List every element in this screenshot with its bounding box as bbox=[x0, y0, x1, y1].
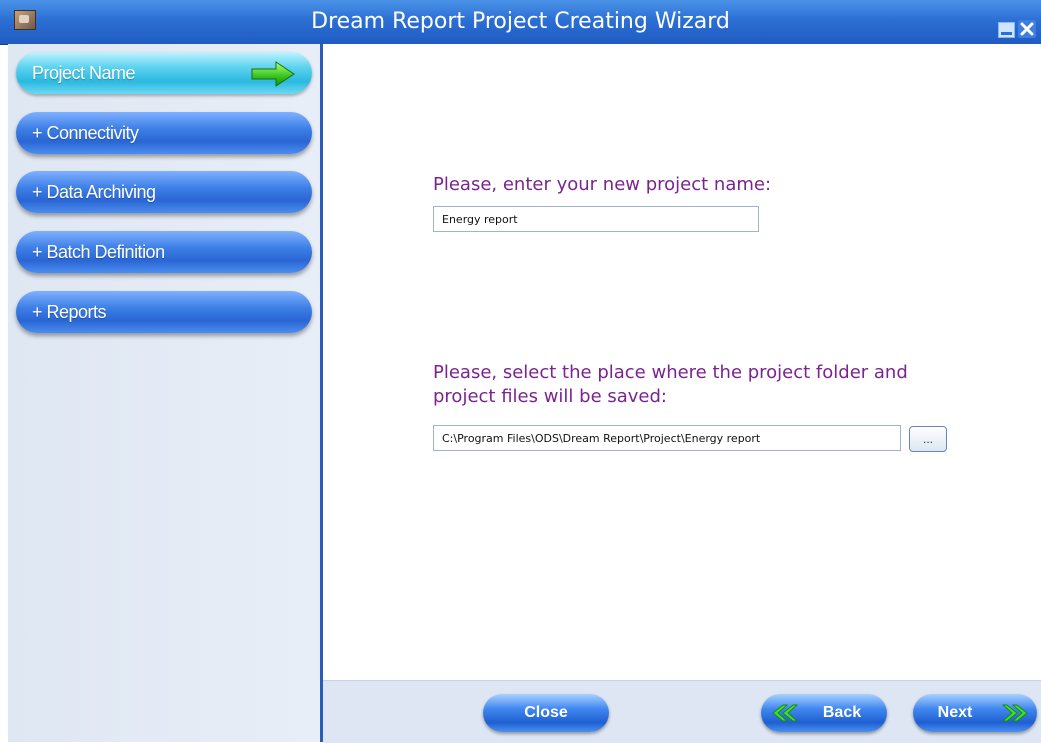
next-button[interactable]: Next bbox=[913, 694, 1037, 732]
sidebar-item-label: + Batch Definition bbox=[32, 241, 165, 262]
window-title: Dream Report Project Creating Wizard bbox=[311, 9, 730, 34]
next-button-label: Next bbox=[937, 704, 973, 721]
sidebar-item-reports[interactable]: + Reports bbox=[16, 291, 312, 333]
project-name-prompt: Please, enter your new project name: bbox=[433, 174, 772, 195]
close-button-label: Close bbox=[524, 704, 568, 721]
back-button-label: Back bbox=[822, 704, 862, 721]
arrow-right-icon bbox=[251, 61, 295, 87]
folder-prompt-line2: project files will be saved: bbox=[433, 386, 667, 407]
chevron-double-right-icon bbox=[1001, 704, 1028, 722]
sidebar-item-batch-definition[interactable]: + Batch Definition bbox=[16, 231, 312, 273]
chevron-double-left-icon bbox=[772, 704, 799, 722]
sidebar-item-label: Project Name bbox=[32, 62, 136, 83]
back-button[interactable]: Back bbox=[761, 694, 887, 732]
wizard-steps-sidebar: Project Name + Connectivity + Data Archi… bbox=[8, 44, 323, 742]
sidebar-item-data-archiving[interactable]: + Data Archiving bbox=[16, 171, 312, 213]
title-bar: Dream Report Project Creating Wizard bbox=[0, 0, 1041, 45]
project-folder-path-input[interactable] bbox=[433, 425, 901, 451]
sidebar-item-connectivity[interactable]: + Connectivity bbox=[16, 112, 312, 154]
minimize-icon[interactable] bbox=[998, 22, 1015, 38]
project-name-input[interactable] bbox=[433, 206, 759, 232]
wizard-content: Please, enter your new project name: Ple… bbox=[323, 44, 1041, 680]
close-button[interactable]: Close bbox=[483, 694, 609, 732]
sidebar-item-label: + Reports bbox=[32, 301, 107, 322]
close-icon[interactable] bbox=[1018, 20, 1036, 38]
folder-prompt-line1: Please, select the place where the proje… bbox=[433, 362, 908, 383]
browse-folder-button[interactable]: ... bbox=[909, 426, 947, 452]
sidebar-item-project-name[interactable]: Project Name bbox=[16, 52, 312, 94]
wizard-footer: Close Back Next bbox=[323, 680, 1041, 743]
sidebar-item-label: + Connectivity bbox=[32, 122, 139, 143]
sidebar-item-label: + Data Archiving bbox=[32, 181, 156, 202]
